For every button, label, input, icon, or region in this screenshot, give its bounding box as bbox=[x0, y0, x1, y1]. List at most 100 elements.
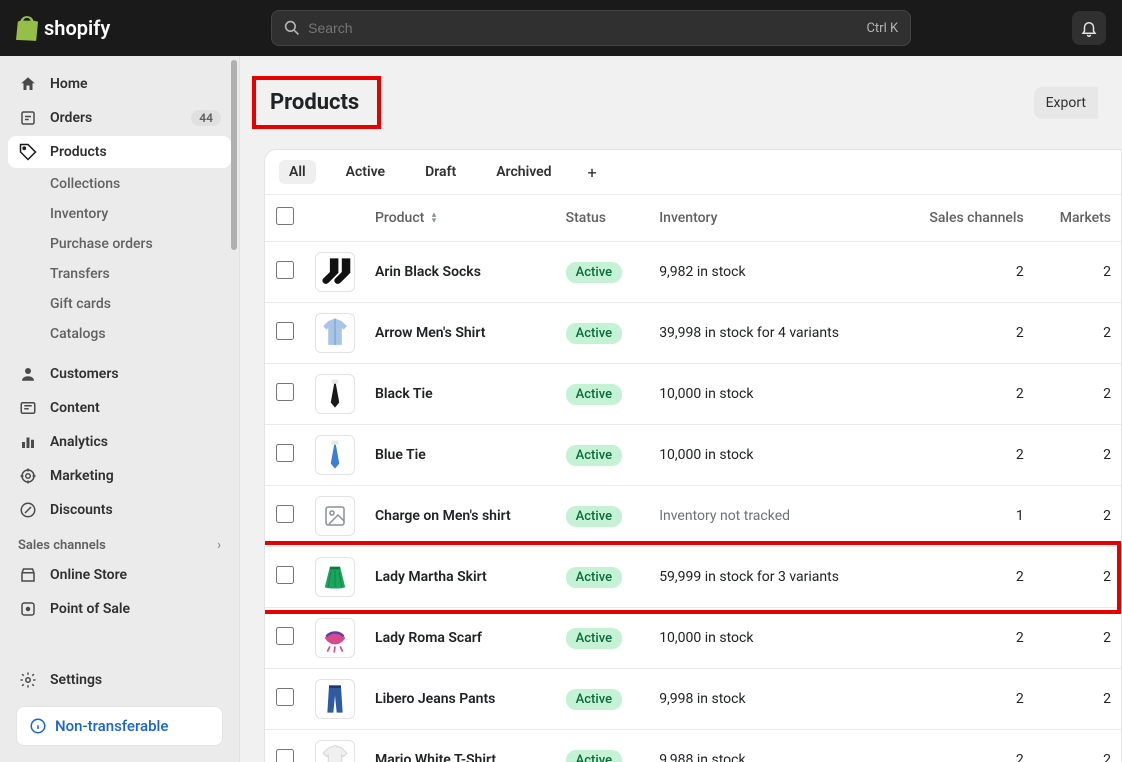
markets-count: 2 bbox=[1034, 425, 1121, 486]
target-icon bbox=[18, 466, 38, 486]
table-row[interactable]: Libero Jeans Pants Active 9,998 in stock 22 bbox=[265, 669, 1121, 730]
product-thumbnail bbox=[315, 618, 355, 658]
markets-count: 2 bbox=[1034, 486, 1121, 547]
status-badge: Active bbox=[566, 506, 622, 527]
sidebar-sub-collections[interactable]: Collections bbox=[8, 170, 231, 198]
channels-count: 2 bbox=[894, 547, 1034, 608]
search-bar[interactable]: Ctrl K bbox=[271, 10, 911, 46]
sidebar-item-customers[interactable]: Customers bbox=[8, 358, 231, 390]
tab-all[interactable]: All bbox=[279, 160, 316, 184]
sidebar-item-orders[interactable]: Orders 44 bbox=[8, 102, 231, 134]
export-button[interactable]: Export bbox=[1034, 87, 1098, 119]
sidebar-item-analytics[interactable]: Analytics bbox=[8, 426, 231, 458]
status-badge: Active bbox=[566, 628, 622, 649]
col-product[interactable]: Product ▴▾ bbox=[365, 195, 556, 242]
sidebar-scrollbar[interactable] bbox=[229, 56, 239, 762]
inventory-text: 10,000 in stock bbox=[659, 386, 753, 402]
row-checkbox[interactable] bbox=[276, 322, 294, 340]
product-name: Mario White T-Shirt bbox=[375, 752, 496, 762]
sidebar-sub-transfers[interactable]: Transfers bbox=[8, 260, 231, 288]
row-checkbox[interactable] bbox=[276, 627, 294, 645]
table-row[interactable]: Arrow Men's Shirt Active 39,998 in stock f… bbox=[265, 303, 1121, 364]
status-badge: Active bbox=[566, 384, 622, 405]
orders-icon bbox=[18, 108, 38, 128]
markets-count: 2 bbox=[1034, 730, 1121, 762]
notification-button[interactable] bbox=[1072, 11, 1106, 45]
table-row[interactable]: Black TieActive10,000 in stock22 bbox=[265, 364, 1121, 425]
brand-logo[interactable]: shopify bbox=[16, 15, 110, 41]
col-channels[interactable]: Sales channels bbox=[894, 195, 1034, 242]
inventory-text: 59,999 in stock for 3 variants bbox=[659, 569, 839, 585]
content-icon bbox=[18, 398, 38, 418]
sidebar-sub-catalogs[interactable]: Catalogs bbox=[8, 320, 231, 348]
table-row[interactable]: Lady Martha SkirtActive59,999 in stock f… bbox=[265, 547, 1121, 608]
table-row[interactable]: Mario White T-ShirtActive9,988 in stock2… bbox=[265, 730, 1121, 762]
inventory-text: Inventory not tracked bbox=[659, 508, 790, 524]
channels-count: 2 bbox=[894, 242, 1034, 303]
sidebar-sub-gift-cards[interactable]: Gift cards bbox=[8, 290, 231, 318]
sidebar-item-products[interactable]: Products bbox=[8, 136, 231, 168]
sidebar-channel-pos[interactable]: Point of Sale bbox=[8, 593, 231, 625]
markets-count: 2 bbox=[1034, 364, 1121, 425]
markets-count: 2 bbox=[1034, 669, 1121, 730]
table-row[interactable]: Lady Roma ScarfActive10,000 in stock22 bbox=[265, 608, 1121, 669]
status-badge: Active bbox=[566, 689, 622, 710]
gear-icon bbox=[18, 670, 38, 690]
row-checkbox[interactable] bbox=[276, 505, 294, 523]
search-input[interactable] bbox=[308, 20, 858, 36]
sort-icon: ▴▾ bbox=[432, 212, 437, 224]
row-checkbox[interactable] bbox=[276, 688, 294, 706]
product-thumbnail bbox=[315, 679, 355, 719]
row-checkbox[interactable] bbox=[276, 444, 294, 462]
page-title-highlight: Products bbox=[252, 76, 381, 129]
col-status[interactable]: Status bbox=[556, 195, 650, 242]
sidebar-item-content[interactable]: Content bbox=[8, 392, 231, 424]
pos-icon bbox=[18, 599, 38, 619]
channels-count: 2 bbox=[894, 303, 1034, 364]
chart-icon bbox=[18, 432, 38, 452]
sidebar-sub-purchase-orders[interactable]: Purchase orders bbox=[8, 230, 231, 258]
row-checkbox[interactable] bbox=[276, 383, 294, 401]
inventory-text: 9,998 in stock bbox=[659, 691, 745, 707]
tab-draft[interactable]: Draft bbox=[415, 160, 466, 184]
page-title: Products bbox=[270, 90, 359, 115]
table-row[interactable]: Blue TieActive10,000 in stock22 bbox=[265, 425, 1121, 486]
products-card: All Active Draft Archived + Product ▴▾ bbox=[264, 149, 1122, 762]
table-row[interactable]: Charge on Men's shirtActiveInventory not… bbox=[265, 486, 1121, 547]
sales-channels-header[interactable]: Sales channels › bbox=[8, 528, 231, 559]
tag-icon bbox=[18, 142, 38, 162]
status-badge: Active bbox=[566, 323, 622, 344]
inventory-text: 39,998 in stock for 4 variants bbox=[659, 325, 839, 341]
discount-icon bbox=[18, 500, 38, 520]
product-name: Libero Jeans Pants bbox=[375, 691, 495, 707]
col-markets[interactable]: Markets bbox=[1034, 195, 1121, 242]
sidebar-item-settings[interactable]: Settings bbox=[8, 664, 231, 696]
status-badge: Active bbox=[566, 567, 622, 588]
inventory-text: 10,000 in stock bbox=[659, 447, 753, 463]
sidebar-item-home[interactable]: Home bbox=[8, 68, 231, 100]
shopify-bag-icon bbox=[16, 15, 38, 41]
sidebar: Home Orders 44 Products Collections Inve… bbox=[0, 56, 240, 762]
row-checkbox[interactable] bbox=[276, 749, 294, 762]
inventory-text: 9,988 in stock bbox=[659, 752, 745, 762]
col-inventory[interactable]: Inventory bbox=[649, 195, 894, 242]
table-row[interactable]: Arin Black SocksActive9,982 in stock22 bbox=[265, 242, 1121, 303]
bell-icon bbox=[1080, 19, 1098, 37]
sidebar-sub-inventory[interactable]: Inventory bbox=[8, 200, 231, 228]
tab-active[interactable]: Active bbox=[336, 160, 395, 184]
sidebar-item-marketing[interactable]: Marketing bbox=[8, 460, 231, 492]
row-checkbox[interactable] bbox=[276, 261, 294, 279]
product-name: Arrow Men's Shirt bbox=[375, 325, 485, 341]
select-all-checkbox[interactable] bbox=[276, 207, 294, 225]
main-content: Products Export All Active Draft Archive… bbox=[240, 56, 1122, 762]
row-checkbox[interactable] bbox=[276, 566, 294, 584]
tab-archived[interactable]: Archived bbox=[486, 160, 561, 184]
sidebar-item-discounts[interactable]: Discounts bbox=[8, 494, 231, 526]
channels-count: 2 bbox=[894, 669, 1034, 730]
add-view-button[interactable]: + bbox=[582, 161, 603, 184]
sidebar-channel-online-store[interactable]: Online Store bbox=[8, 559, 231, 591]
markets-count: 2 bbox=[1034, 303, 1121, 364]
inventory-text: 10,000 in stock bbox=[659, 630, 753, 646]
product-thumbnail bbox=[315, 496, 355, 536]
non-transferable-banner[interactable]: Non-transferable bbox=[16, 706, 223, 746]
